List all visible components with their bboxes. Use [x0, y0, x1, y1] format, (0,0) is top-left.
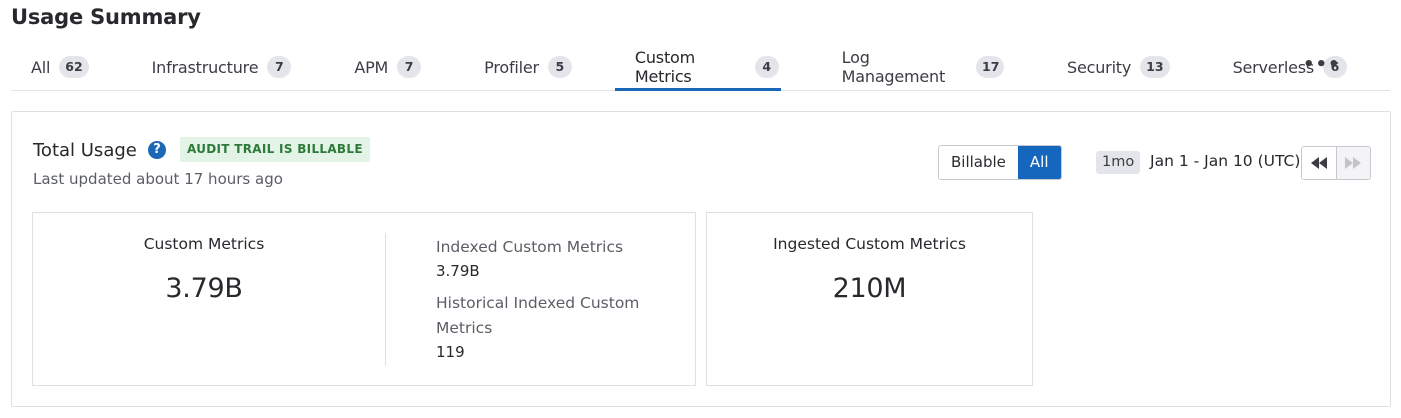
- custom-metrics-summary: Custom Metrics 3.79B: [33, 235, 375, 304]
- card-divider: [385, 233, 386, 366]
- date-range-text[interactable]: Jan 1 - Jan 10 (UTC): [1150, 152, 1300, 170]
- panel-title: Total Usage: [33, 140, 137, 161]
- tab-count-badge: 4: [754, 56, 779, 78]
- tab-label: Serverless: [1232, 57, 1315, 77]
- question-circle-icon[interactable]: ?: [148, 141, 166, 159]
- tab-all[interactable]: All 62: [11, 50, 89, 84]
- custom-metrics-breakdown: Indexed Custom Metrics 3.79B Historical …: [436, 235, 676, 372]
- custom-metrics-card: Custom Metrics 3.79B Indexed Custom Metr…: [32, 212, 696, 386]
- fast-forward-icon[interactable]: [1335, 147, 1370, 179]
- card-value: 3.79B: [165, 273, 243, 304]
- historical-value: 119: [436, 343, 465, 361]
- audit-trail-badge: AUDIT TRAIL IS BILLABLE: [180, 137, 370, 162]
- all-toggle-button[interactable]: All: [1017, 146, 1061, 179]
- tab-count-badge: 5: [547, 56, 572, 78]
- date-nav-group: [1301, 146, 1371, 180]
- tab-label: Profiler: [484, 57, 539, 77]
- tab-security[interactable]: Security 13: [1047, 50, 1170, 84]
- tab-count-badge: 7: [267, 56, 292, 78]
- historical-label: Historical Indexed Custom Metrics: [436, 294, 640, 337]
- tab-label: APM: [354, 57, 389, 77]
- tab-count-badge: 17: [976, 56, 1005, 78]
- tab-label: Infrastructure: [151, 57, 259, 77]
- tab-label: Custom Metrics: [634, 48, 695, 86]
- tab-label: Security: [1067, 57, 1132, 77]
- tab-profiler[interactable]: Profiler 5: [464, 50, 572, 84]
- indexed-value: 3.79B: [436, 262, 480, 280]
- tab-label: Log Management: [841, 48, 946, 86]
- ingested-metrics-card: Ingested Custom Metrics 210M: [706, 212, 1033, 386]
- tab-bar: All 62 Infrastructure 7 APM 7 Profiler 5…: [11, 48, 1390, 91]
- card-value: 210M: [832, 273, 907, 304]
- more-tabs-icon[interactable]: •••: [1303, 54, 1341, 75]
- last-updated-text: Last updated about 17 hours ago: [33, 170, 283, 188]
- tab-label: All: [31, 57, 51, 77]
- rewind-icon[interactable]: [1302, 147, 1336, 179]
- total-usage-panel: Total Usage ? AUDIT TRAIL IS BILLABLE La…: [11, 111, 1391, 407]
- ingested-summary: Ingested Custom Metrics 210M: [707, 235, 1032, 304]
- tab-count-badge: 13: [1140, 56, 1170, 78]
- card-title: Ingested Custom Metrics: [773, 235, 966, 253]
- time-range-chip[interactable]: 1mo: [1096, 151, 1141, 174]
- indexed-label: Indexed Custom Metrics: [436, 238, 624, 256]
- tab-count-badge: 7: [397, 56, 422, 78]
- billable-toggle-button[interactable]: Billable: [939, 146, 1018, 179]
- tab-infrastructure[interactable]: Infrastructure 7: [132, 50, 292, 84]
- tab-count-badge: 62: [59, 56, 89, 78]
- tab-apm[interactable]: APM 7: [334, 50, 422, 84]
- tab-log-management[interactable]: Log Management 17: [822, 48, 1005, 86]
- tab-custom-metrics[interactable]: Custom Metrics 4: [614, 48, 781, 91]
- billable-all-toggle: Billable All: [938, 145, 1062, 180]
- page-title: Usage Summary: [11, 5, 201, 29]
- card-title: Custom Metrics: [143, 235, 265, 253]
